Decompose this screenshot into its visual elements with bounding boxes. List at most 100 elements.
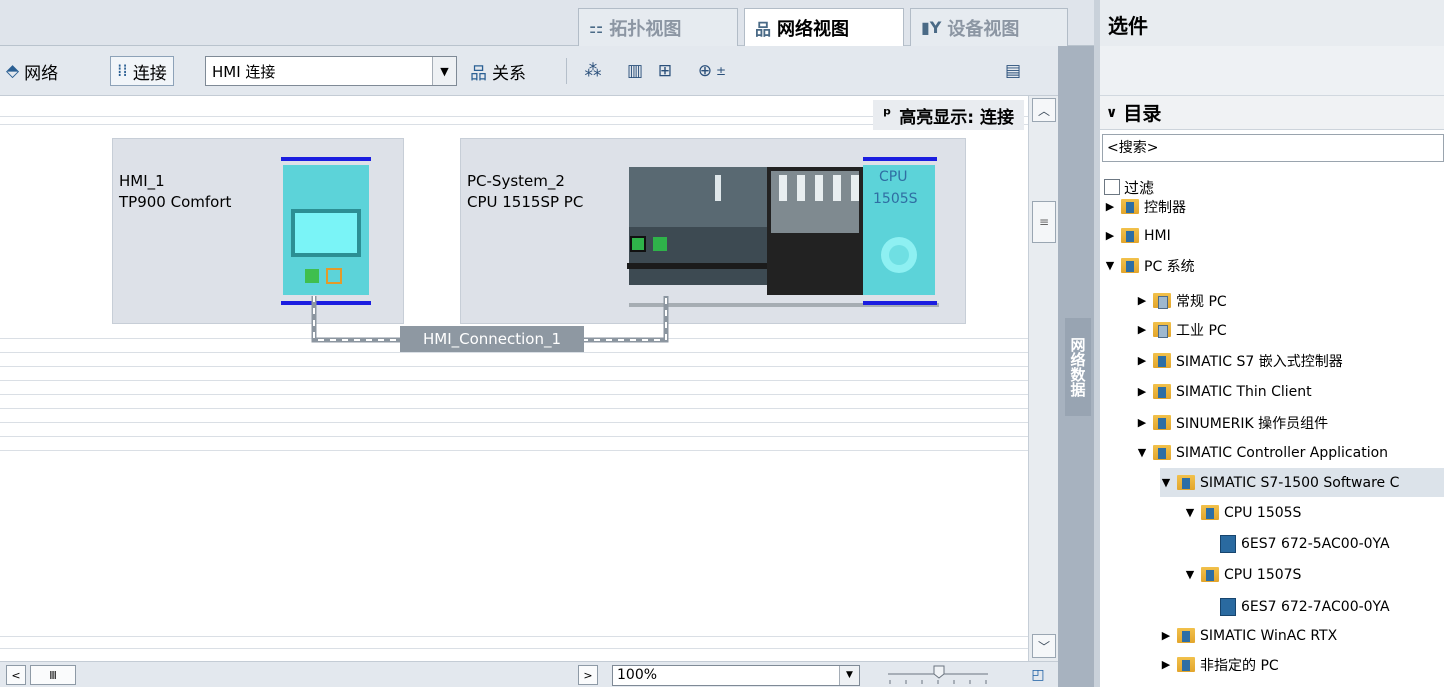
scroll-thumb[interactable]: ≡ bbox=[1032, 201, 1056, 243]
vertical-scrollbar[interactable]: ︿ ≡ ﹀ bbox=[1028, 96, 1058, 661]
grip-icon: Ⅲ bbox=[49, 668, 57, 682]
dropdown-arrow-icon[interactable]: ▼ bbox=[432, 57, 456, 85]
expanded-arrow-icon[interactable]: ▼ bbox=[1184, 568, 1196, 581]
collapsed-arrow-icon[interactable]: ▶ bbox=[1136, 354, 1148, 367]
folder-icon bbox=[1153, 445, 1171, 460]
zoom-select[interactable]: 100% ▼ bbox=[612, 665, 860, 686]
grid-icon: ⊞ bbox=[657, 61, 673, 81]
grid-toggle-button[interactable]: ⊞ bbox=[650, 56, 680, 86]
connection-mode-button[interactable]: ⁞⁞ 连接 bbox=[110, 56, 174, 86]
tree-item[interactable]: ▼ CPU 1505S bbox=[1184, 498, 1302, 527]
pc-folder-icon bbox=[1153, 322, 1171, 338]
network-data-tab[interactable]: 网络数据 bbox=[1065, 318, 1091, 416]
tree-item[interactable]: ▶ 非指定的 PC bbox=[1160, 650, 1279, 679]
hmi-connection-line[interactable] bbox=[0, 96, 1028, 661]
tree-item-label: HMI bbox=[1144, 227, 1171, 244]
folder-icon bbox=[1121, 258, 1139, 273]
tree-item-label: SINUMERIK 操作员组件 bbox=[1176, 415, 1329, 432]
network-canvas[interactable]: ᵖ 高亮显示: 连接 HMI_1 TP900 Comfort PC-System… bbox=[0, 96, 1028, 661]
zoom-slider[interactable] bbox=[884, 664, 994, 686]
toolbar-separator bbox=[566, 58, 567, 84]
folder-icon bbox=[1177, 628, 1195, 643]
topology-icon: ⚏ bbox=[589, 18, 604, 37]
tree-item-label: 控制器 bbox=[1144, 199, 1186, 216]
tree-item[interactable]: ▼ SIMATIC Controller Application bbox=[1136, 438, 1388, 467]
chevron-down-icon: ﹀ bbox=[1037, 639, 1050, 654]
folder-icon bbox=[1177, 657, 1195, 672]
tree-item-label: 非指定的 PC bbox=[1200, 657, 1279, 674]
connection-icon: ⁞⁞ bbox=[117, 61, 128, 81]
network-overview-button[interactable]: ▥ bbox=[620, 56, 650, 86]
collapsed-arrow-icon[interactable]: ▶ bbox=[1136, 294, 1148, 307]
options-title: 选件 bbox=[1100, 0, 1444, 46]
tree-item[interactable]: ▼ PC 系统 bbox=[1104, 251, 1195, 280]
tree-item[interactable]: ▶ 控制器 bbox=[1104, 192, 1186, 221]
collapsed-arrow-icon[interactable]: ▶ bbox=[1136, 416, 1148, 429]
dropdown-arrow-icon[interactable]: ▼ bbox=[839, 666, 859, 685]
tree-item[interactable]: ▶ SIMATIC S7 嵌入式控制器 bbox=[1136, 346, 1343, 375]
network-mode-button[interactable]: ⬘ 网络 bbox=[6, 56, 58, 86]
relation-icon: 品 bbox=[470, 63, 487, 84]
zoom-value: 100% bbox=[617, 667, 658, 683]
tree-item[interactable]: ▶ 常规 PC bbox=[1136, 286, 1227, 315]
dropdown-small-icon: ± bbox=[715, 64, 727, 78]
collapsed-arrow-icon[interactable]: ▶ bbox=[1104, 229, 1116, 242]
tab-label: 设备视图 bbox=[947, 18, 1020, 40]
connection-type-select[interactable]: HMI 连接 ▼ bbox=[205, 56, 457, 86]
catalog-pane: 选件 ∨ 目录 <搜索> 过滤 ▶ 控制器 ▶ HMI ▼ PC 系统 ▶ 常规 PC ▶ 工业 … bbox=[1100, 0, 1444, 687]
collapsed-arrow-icon[interactable]: ▶ bbox=[1136, 323, 1148, 336]
expanded-arrow-icon[interactable]: ▼ bbox=[1160, 476, 1172, 489]
expanded-arrow-icon[interactable]: ▼ bbox=[1136, 446, 1148, 459]
tree-item[interactable]: ▶ HMI bbox=[1104, 221, 1171, 250]
chevron-down-icon[interactable]: ∨ bbox=[1106, 105, 1117, 121]
tree-item[interactable]: 6ES7 672-7AC00-0YA bbox=[1220, 592, 1390, 621]
module-icon bbox=[1220, 534, 1236, 553]
connection-mode-label: 连接 bbox=[132, 63, 167, 84]
collapsed-arrow-icon[interactable]: ▶ bbox=[1160, 629, 1172, 642]
tree-item-label: 工业 PC bbox=[1176, 322, 1227, 339]
connection-label[interactable]: HMI_Connection_1 bbox=[400, 326, 584, 352]
tree-item-label: CPU 1507S bbox=[1224, 566, 1302, 583]
relation-mode-button[interactable]: 品 关系 bbox=[470, 56, 526, 86]
folder-icon bbox=[1121, 199, 1139, 214]
folder-icon bbox=[1201, 505, 1219, 520]
panel-toggle-button[interactable]: ▤ bbox=[998, 56, 1028, 86]
tab-device-view[interactable]: ▮Y 设备视图 bbox=[910, 8, 1068, 46]
tree-item-label: CPU 1505S bbox=[1224, 504, 1302, 521]
collapsed-arrow-icon[interactable]: ▶ bbox=[1160, 658, 1172, 671]
folder-icon bbox=[1153, 415, 1171, 430]
folder-icon bbox=[1201, 567, 1219, 582]
zoom-menu-button[interactable]: ± bbox=[712, 56, 730, 86]
tree-item[interactable]: ▼ SIMATIC S7-1500 Software C bbox=[1160, 468, 1444, 497]
zoom-in-icon: ⊕ bbox=[697, 61, 713, 81]
address-labels-button[interactable]: ⁂ bbox=[578, 56, 608, 86]
tab-label: 网络视图 bbox=[777, 18, 850, 40]
scroll-down-button[interactable]: ﹀ bbox=[1032, 634, 1056, 658]
catalog-toolbar-strip bbox=[1100, 46, 1444, 96]
expanded-arrow-icon[interactable]: ▼ bbox=[1184, 506, 1196, 519]
expanded-arrow-icon[interactable]: ▼ bbox=[1104, 259, 1116, 272]
tree-item[interactable]: ▶ SIMATIC WinAC RTX bbox=[1160, 621, 1337, 650]
network-mode-label: 网络 bbox=[24, 63, 59, 84]
scroll-right-button[interactable]: > bbox=[578, 665, 598, 685]
folder-icon bbox=[1153, 384, 1171, 399]
collapsed-arrow-icon[interactable]: ▶ bbox=[1104, 200, 1116, 213]
chevron-right-icon: > bbox=[583, 668, 593, 682]
tree-item[interactable]: ▶ SINUMERIK 操作员组件 bbox=[1136, 408, 1328, 437]
scroll-left-button[interactable]: < bbox=[6, 665, 26, 685]
horizontal-scroll-thumb[interactable]: Ⅲ bbox=[30, 665, 76, 685]
folder-icon bbox=[1121, 228, 1139, 243]
tree-item[interactable]: 6ES7 672-5AC00-0YA bbox=[1220, 529, 1390, 558]
scroll-up-button[interactable]: ︿ bbox=[1032, 98, 1056, 122]
collapsed-arrow-icon[interactable]: ▶ bbox=[1136, 385, 1148, 398]
catalog-search-input[interactable]: <搜索> bbox=[1102, 134, 1444, 162]
editor-toolbar: ⬘ 网络 ⁞⁞ 连接 HMI 连接 ▼ 品 关系 ⁂ ▥ ⊞ ⊕ ± ▤ bbox=[0, 46, 1058, 96]
tree-item[interactable]: ▶ 工业 PC bbox=[1136, 315, 1227, 344]
catalog-header[interactable]: ∨ 目录 bbox=[1100, 96, 1444, 130]
tab-topology-view[interactable]: ⚏ 拓扑视图 bbox=[578, 8, 738, 46]
tree-item[interactable]: ▶ SIMATIC Thin Client bbox=[1136, 377, 1312, 406]
overview-navigation-icon[interactable]: ◰ bbox=[1028, 665, 1048, 685]
relation-mode-label: 关系 bbox=[492, 63, 526, 84]
tab-network-view[interactable]: 品 网络视图 bbox=[744, 8, 904, 46]
tree-item[interactable]: ▼ CPU 1507S bbox=[1184, 560, 1302, 589]
